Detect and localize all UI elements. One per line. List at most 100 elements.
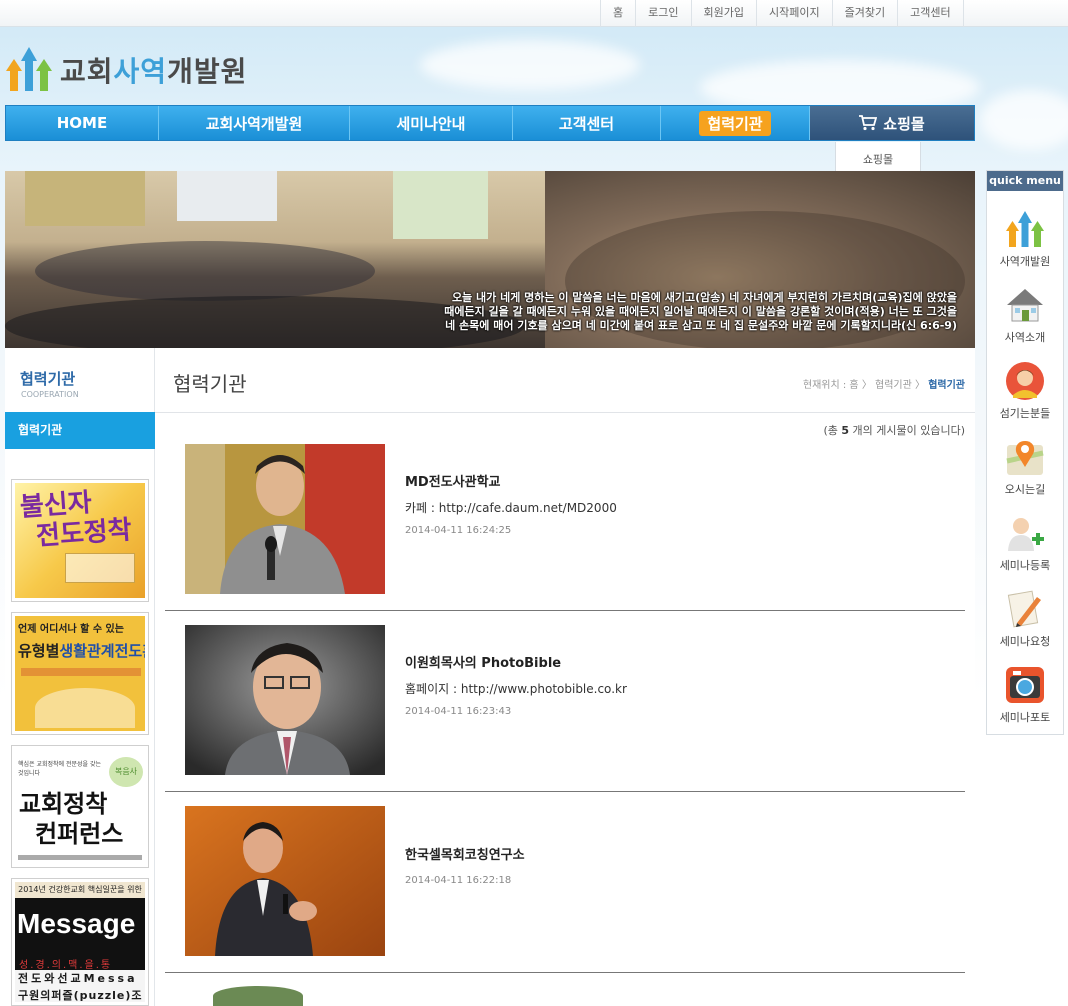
page-title: 협력기관: [173, 372, 247, 396]
post-thumbnail[interactable]: [185, 625, 385, 775]
nav-ministry[interactable]: 교회사역개발원: [159, 106, 350, 140]
banner-bible-verse: 오늘 내가 네게 명하는 이 말씀을 너는 마음에 새기고(암송) 네 자녀에게…: [444, 291, 957, 333]
nav-shop[interactable]: 쇼핑몰: [810, 106, 974, 140]
pencil-paper-icon: [1007, 590, 1041, 628]
post-thumbnail-partial[interactable]: [213, 986, 303, 1006]
quick-item-seminar-register[interactable]: 세미나등록: [987, 513, 1063, 573]
post-thumbnail[interactable]: [185, 806, 385, 956]
house-icon: [1007, 289, 1043, 322]
cloud-decoration: [420, 40, 640, 90]
breadcrumb-separator-icon: 〉: [915, 380, 929, 391]
list-item[interactable]: MD전도사관학교 카페 : http://cafe.daum.net/MD200…: [165, 430, 965, 611]
nav-home[interactable]: HOME: [6, 106, 159, 140]
post-date: 2014-04-11 16:22:18: [405, 875, 512, 886]
list-item[interactable]: 이원희목사의 PhotoBible 홈페이지 : http://www.phot…: [165, 611, 965, 792]
post-link[interactable]: 카페 : http://cafe.daum.net/MD2000: [405, 499, 617, 516]
top-utility-bar: 홈 로그인 회원가입 시작페이지 즐겨찾기 고객센터: [0, 0, 1068, 27]
ad-diagram: [35, 688, 135, 728]
ad-badge: 복음사: [109, 757, 143, 787]
breadcrumb-home[interactable]: 홈: [849, 380, 858, 391]
post-title[interactable]: MD전도사관학교: [405, 471, 501, 490]
ad-top-text: 언제 어디서나 할 수 있는: [18, 624, 124, 635]
ad-headline: 교회정착 컨퍼런스: [19, 789, 123, 849]
util-link-startpage[interactable]: 시작페이지: [755, 0, 832, 27]
util-link-signup[interactable]: 회원가입: [690, 0, 756, 27]
post-thumbnail-image: [185, 806, 385, 956]
quick-item-label: 섬기는분들: [999, 407, 1051, 420]
quick-item-about[interactable]: 사역소개: [987, 285, 1063, 345]
map-pin-icon: [1006, 441, 1044, 475]
logo-arrows-icon: [1006, 211, 1044, 247]
sidebar-ad-banner[interactable]: 2014년 건강한교회 핵심일꾼을 위한 Message 성.경.의.맥.을.통…: [11, 878, 149, 1006]
ad-image: 2014년 건강한교회 핵심일꾼을 위한 Message 성.경.의.맥.을.통…: [15, 882, 145, 1002]
banner-choir-figures: [35, 241, 375, 301]
sidebar-ad-banner[interactable]: 불신자 전도정착: [11, 479, 149, 602]
quick-item-label: 오시는길: [1004, 483, 1046, 496]
list-item[interactable]: 한국셀목회코칭연구소 2014-04-11 16:22:18: [165, 792, 965, 973]
breadcrumb-section[interactable]: 협력기관: [875, 380, 912, 391]
banner-screen: [177, 171, 277, 221]
ad-footer-text: [18, 855, 142, 860]
quick-item-label: 세미나요청: [999, 635, 1051, 648]
quick-menu-title: quick menu: [987, 171, 1063, 191]
quick-item-label: 세미나등록: [999, 559, 1051, 572]
ad-headline: 불신자 전도정착: [19, 485, 133, 553]
nav-support[interactable]: 고객센터: [513, 106, 661, 140]
util-link-login[interactable]: 로그인: [635, 0, 690, 27]
ad-image: 불신자 전도정착: [15, 483, 145, 598]
ad-headline: Message: [17, 908, 136, 939]
camera-icon: [1006, 667, 1044, 703]
quick-item-label: 사역개발원: [999, 255, 1051, 268]
verse-line: 네 손목에 매어 기호를 삼으며 네 미간에 붙여 표로 삼고 또 네 집 문설…: [445, 319, 957, 332]
nav-partner[interactable]: 협력기관: [661, 106, 810, 140]
quick-item-directions[interactable]: 오시는길: [987, 437, 1063, 497]
post-title[interactable]: 이원희목사의 PhotoBible: [405, 652, 561, 671]
banner-board: [25, 171, 145, 226]
quick-item-staff[interactable]: 섬기는분들: [987, 361, 1063, 421]
verse-line: 오늘 내가 네게 명하는 이 말씀을 너는 마음에 새기고(암송) 네 자녀에게…: [451, 291, 957, 304]
post-date: 2014-04-11 16:24:25: [405, 525, 512, 536]
ad-subline: 성.경.의.맥.을.통: [19, 960, 113, 971]
nav-seminar[interactable]: 세미나안내: [350, 106, 513, 140]
ad-top-text: 2014년 건강한교회 핵심일꾼을 위한: [15, 882, 145, 898]
site-logo[interactable]: 교회사역개발원: [6, 44, 247, 96]
quick-menu: quick menu 사역개발원 사역소개 섬기는분들 오시는길 세미나등록 세…: [986, 170, 1064, 735]
ad-info-box: [65, 553, 135, 583]
ad-image: 언제 어디서나 할 수 있는 유형별생활관계전도훈련: [15, 616, 145, 731]
sidebar-item-partner[interactable]: 협력기관: [5, 412, 155, 449]
breadcrumb-label: 현재위치 :: [802, 380, 850, 391]
logo-text: 교회사역개발원: [60, 50, 247, 90]
post-date: 2014-04-11 16:23:43: [405, 706, 512, 717]
ad-headline-part: 유형별: [18, 642, 60, 660]
quick-item-ministry[interactable]: 사역개발원: [987, 209, 1063, 269]
ad-image: 핵심은 교회정착에 전문성을 갖는 것입니다 복음사 교회정착 컨퍼런스: [15, 749, 145, 864]
post-thumbnail[interactable]: [185, 444, 385, 594]
logo-text-part2: 사역: [113, 55, 168, 88]
ad-headline: 유형별생활관계전도훈련: [18, 640, 145, 661]
sidebar-subtitle: COOPERATION: [21, 390, 79, 399]
verse-line: 때에든지 길을 갈 때에든지 누워 있을 때에든지 일어날 때에든지 이 말씀을…: [444, 305, 957, 318]
nav-partner-label: 협력기관: [699, 110, 771, 136]
util-link-support[interactable]: 고객센터: [897, 0, 964, 27]
breadcrumb-current: 협력기관: [928, 380, 965, 391]
ad-footer-line: 전도와선교Messa: [18, 972, 138, 985]
quick-item-seminar-photo[interactable]: 세미나포토: [987, 665, 1063, 725]
post-thumbnail-image: [185, 444, 385, 594]
logo-text-part1: 교회: [60, 55, 114, 88]
quick-item-label: 세미나포토: [999, 711, 1051, 724]
post-title[interactable]: 한국셀목회코칭연구소: [405, 844, 525, 863]
post-link[interactable]: 홈페이지 : http://www.photobible.co.kr: [405, 680, 627, 697]
left-sidebar: 협력기관 COOPERATION 협력기관 불신자 전도정착 언제 어디서나 할…: [5, 348, 155, 1006]
quick-item-label: 사역소개: [1004, 331, 1046, 344]
util-link-home[interactable]: 홈: [600, 0, 635, 27]
sidebar-ad-banner[interactable]: 언제 어디서나 할 수 있는 유형별생활관계전도훈련: [11, 612, 149, 735]
main-content: 협력기관 현재위치 : 홈 〉 협력기관 〉 협력기관 (총 5 개의 게시물이…: [155, 348, 975, 1006]
logo-arrows-icon: [6, 47, 52, 91]
ad-headline-line: 컨퍼런스: [35, 819, 124, 848]
hero-banner: 오늘 내가 네게 명하는 이 말씀을 너는 마음에 새기고(암송) 네 자녀에게…: [5, 171, 975, 348]
sidebar-ad-banner[interactable]: 핵심은 교회정착에 전문성을 갖는 것입니다 복음사 교회정착 컨퍼런스: [11, 745, 149, 868]
ad-subline: [21, 668, 141, 676]
quick-item-seminar-request[interactable]: 세미나요청: [987, 589, 1063, 649]
nav-shop-label: 쇼핑몰: [883, 114, 925, 133]
util-link-bookmark[interactable]: 즐겨찾기: [831, 0, 897, 27]
